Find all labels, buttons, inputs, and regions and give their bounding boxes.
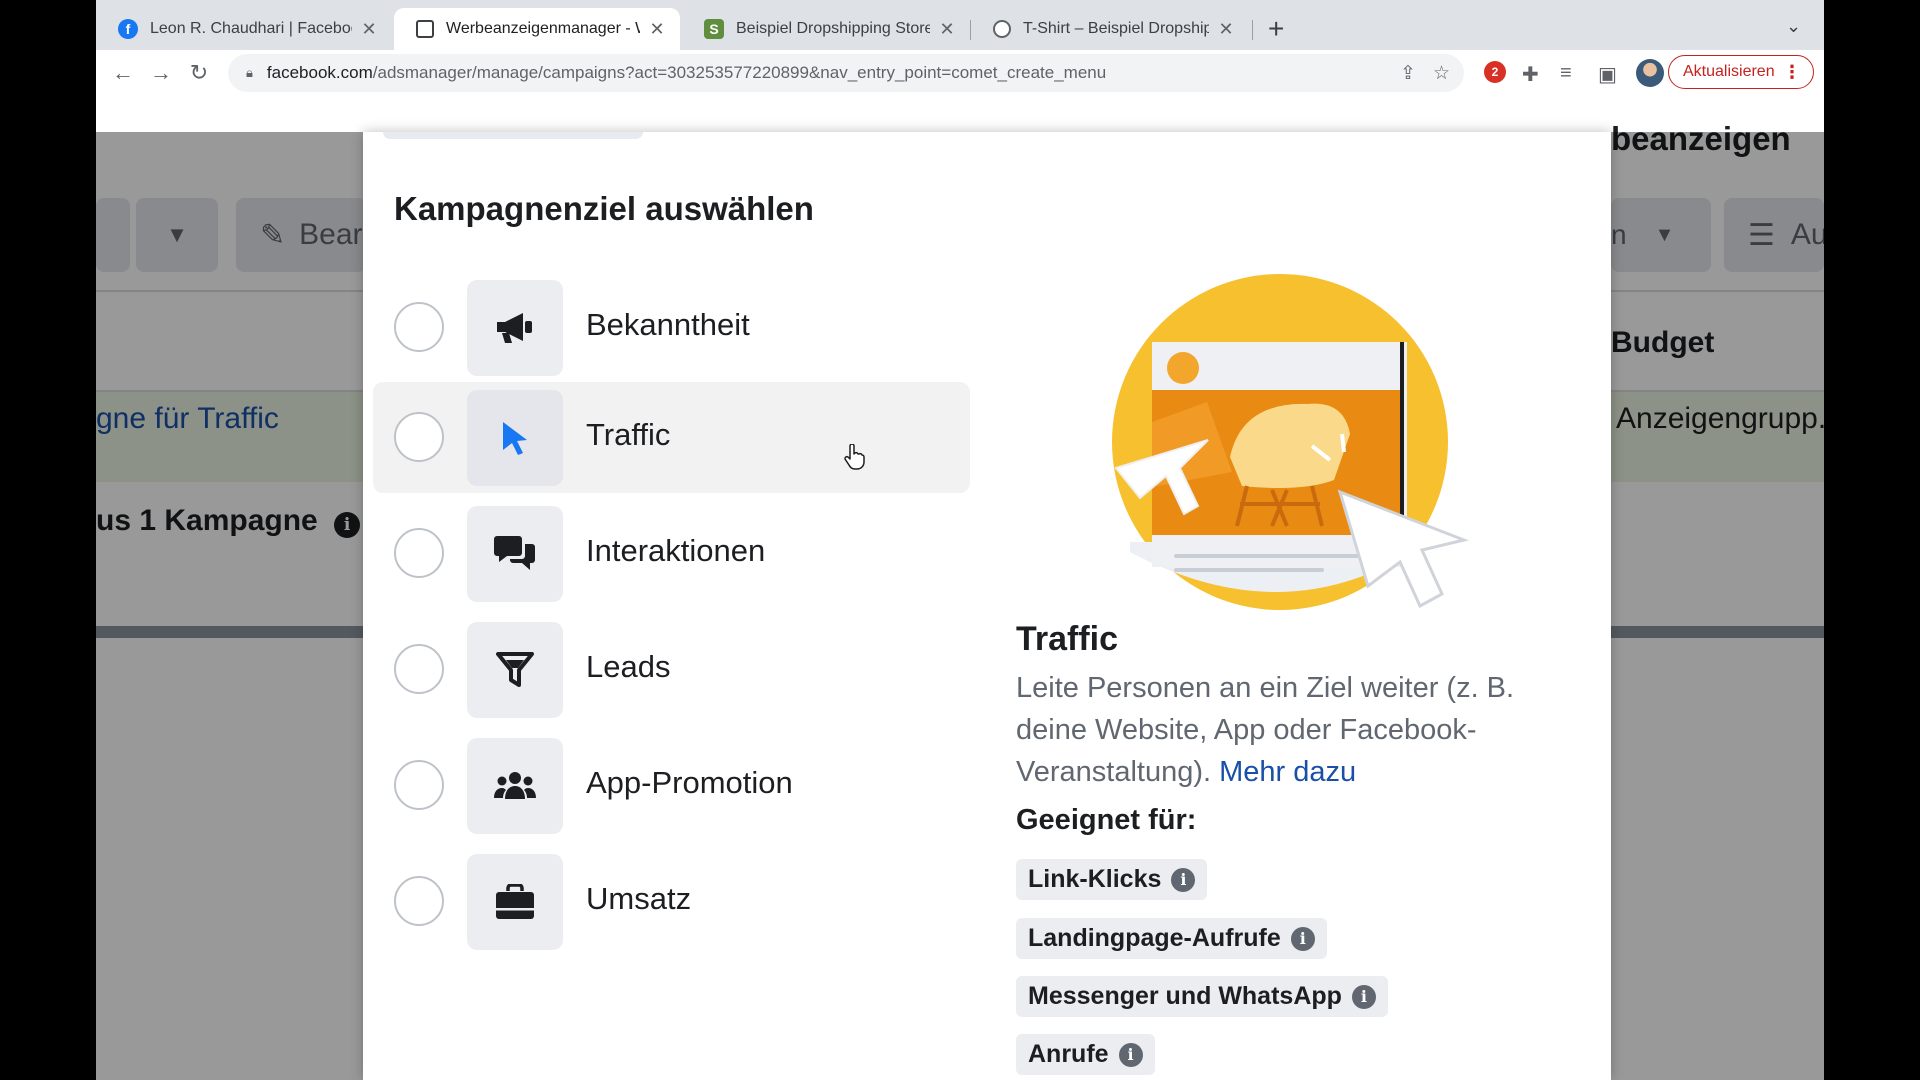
close-icon[interactable]: ✕	[1217, 19, 1235, 40]
dialog-title: Kampagnenziel auswählen	[394, 190, 814, 227]
update-label: Aktualisieren	[1683, 63, 1775, 80]
browser-tabstrip: f Leon R. Chaudhari | Facebook ✕ Werbean…	[96, 0, 1824, 50]
browser-tab-tshirt[interactable]: T-Shirt – Beispiel Dropshipping Store ✕	[971, 8, 1249, 50]
cursor-icon	[467, 390, 563, 486]
close-icon[interactable]: ✕	[360, 19, 378, 40]
tab-title: T-Shirt – Beispiel Dropshipping Store	[1023, 20, 1209, 37]
chip-label: Anrufe	[1028, 1040, 1109, 1068]
update-button[interactable]: Aktualisieren ⋮	[1668, 55, 1814, 89]
back-arrow-icon[interactable]: ←	[108, 58, 138, 88]
reload-icon[interactable]: ↻	[184, 58, 214, 88]
campaign-objective-dialog: Kampagnenziel auswählen Bekanntheit Traf…	[363, 132, 1611, 1080]
share-icon[interactable]: ⇪	[1400, 54, 1416, 92]
url-path: /adsmanager/manage/campaigns?act=3032535…	[372, 63, 1107, 82]
facebook-icon: f	[118, 19, 138, 39]
suitable-chip-link-clicks: Link-Klicks i	[1016, 859, 1208, 900]
url-host: facebook.com	[266, 63, 373, 82]
info-icon[interactable]: i	[1171, 867, 1196, 892]
objective-option-traffic[interactable]: Traffic	[373, 382, 970, 493]
close-icon[interactable]: ✕	[938, 19, 956, 40]
tab-title: Leon R. Chaudhari | Facebook	[150, 20, 352, 37]
tab-title: Werbeanzeigenmanager - Werbeanzeigen	[446, 20, 640, 37]
media-queue-icon[interactable]: ≡	[1560, 62, 1572, 85]
browser-tab-facebook[interactable]: f Leon R. Chaudhari | Facebook ✕	[96, 8, 392, 50]
tab-separator	[1252, 20, 1253, 40]
objective-label: Traffic	[586, 417, 671, 452]
shopify-icon: S	[704, 19, 724, 39]
close-icon[interactable]: ✕	[648, 19, 666, 40]
bookmark-star-icon[interactable]: ☆	[1433, 54, 1450, 92]
objective-label: Bekanntheit	[586, 307, 750, 342]
address-bar[interactable]: 🔒︎ facebook.com /adsmanager/manage/campa…	[228, 54, 1464, 92]
suitable-chip-messenger-whatsapp: Messenger und WhatsApp i	[1016, 976, 1388, 1017]
objective-radio-app-promotion[interactable]	[394, 760, 444, 810]
traffic-illustration	[1112, 274, 1470, 610]
extension-badge-icon[interactable]: 2	[1484, 61, 1506, 83]
dialog-header-tab	[383, 132, 643, 139]
suitable-chip-landingpage-views: Landingpage-Aufrufe i	[1016, 918, 1327, 959]
objective-radio-awareness[interactable]	[394, 302, 444, 352]
browser-tab-ads-manager[interactable]: Werbeanzeigenmanager - Werbeanzeigen ✕	[394, 8, 680, 50]
objective-label: Interaktionen	[586, 533, 766, 568]
learn-more-link[interactable]: Mehr dazu	[1219, 756, 1356, 788]
browser-toolbar: ← → ↻ 🔒︎ facebook.com /adsmanager/manage…	[96, 50, 1824, 96]
suitable-chip-calls: Anrufe i	[1016, 1034, 1155, 1075]
hand-pointer-cursor-icon	[844, 444, 865, 470]
objective-radio-leads[interactable]	[394, 644, 444, 694]
avatar[interactable]	[1636, 59, 1664, 87]
forward-arrow-icon[interactable]: →	[146, 58, 176, 88]
objective-option-leads[interactable]: Leads	[373, 614, 970, 725]
chat-bubbles-icon	[467, 506, 563, 602]
briefcase-icon	[467, 854, 563, 950]
ads-manager-icon	[416, 20, 434, 38]
tab-title: Beispiel Dropshipping Store · Home	[736, 20, 930, 37]
objective-label: Umsatz	[586, 881, 692, 916]
info-icon[interactable]: i	[1118, 1042, 1143, 1067]
chip-label: Landingpage-Aufrufe	[1028, 924, 1281, 952]
objective-option-awareness[interactable]: Bekanntheit	[373, 272, 970, 383]
browser-tab-shop[interactable]: S Beispiel Dropshipping Store · Home ✕	[682, 8, 970, 50]
funnel-icon	[467, 622, 563, 718]
objective-radio-sales[interactable]	[394, 876, 444, 926]
tab-search-chevron-icon[interactable]: ⌄	[1786, 16, 1801, 37]
new-tab-button[interactable]: +	[1268, 12, 1284, 46]
objective-label: Leads	[586, 649, 671, 684]
globe-icon	[993, 20, 1011, 38]
people-icon	[467, 738, 563, 834]
kebab-menu-icon[interactable]: ⋮	[1783, 62, 1801, 83]
objective-radio-traffic[interactable]	[394, 412, 444, 462]
sidepanel-icon[interactable]: ▣	[1598, 62, 1617, 87]
puzzle-extensions-icon[interactable]: ✚	[1522, 62, 1539, 87]
objective-detail-description: Leite Personen an ein Ziel weiter (z. B.…	[1016, 667, 1556, 793]
objective-option-engagement[interactable]: Interaktionen	[373, 498, 970, 609]
megaphone-icon	[467, 280, 563, 376]
page-top-bar	[96, 96, 1824, 132]
suitable-for-heading: Geeignet für:	[1016, 804, 1197, 836]
objective-label: App-Promotion	[586, 765, 793, 800]
chip-label: Messenger und WhatsApp	[1028, 982, 1342, 1010]
extension-count: 2	[1484, 61, 1506, 83]
info-icon[interactable]: i	[1351, 984, 1376, 1009]
objective-radio-engagement[interactable]	[394, 528, 444, 578]
objective-option-app-promotion[interactable]: App-Promotion	[373, 730, 970, 841]
chip-label: Link-Klicks	[1028, 865, 1162, 893]
lock-icon: 🔒︎	[246, 65, 253, 80]
info-icon[interactable]: i	[1290, 926, 1315, 951]
screen: f Leon R. Chaudhari | Facebook ✕ Werbean…	[96, 0, 1824, 1080]
objective-detail-title: Traffic	[1016, 620, 1119, 658]
objective-option-sales[interactable]: Umsatz	[373, 846, 970, 957]
